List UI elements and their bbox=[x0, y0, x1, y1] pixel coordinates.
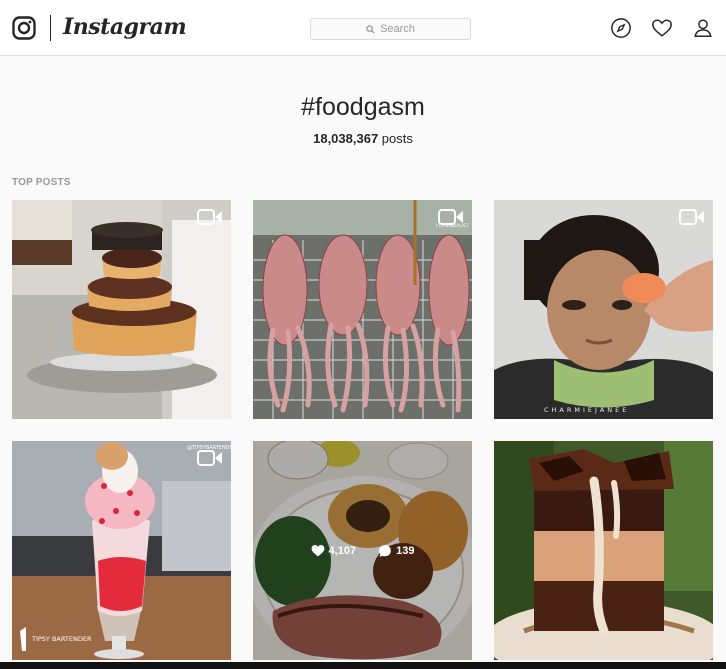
post-image-chocolate-cake bbox=[12, 200, 231, 419]
comments-stat: 139 bbox=[378, 544, 414, 558]
logo-divider bbox=[50, 15, 51, 41]
instagram-camera-icon[interactable] bbox=[12, 16, 36, 40]
heart-filled-icon bbox=[311, 544, 324, 557]
likes-count: 4,107 bbox=[328, 544, 357, 557]
video-camera-icon bbox=[438, 209, 463, 225]
post-count-suffix: posts bbox=[378, 131, 413, 146]
post-count: 18,038,367 posts bbox=[0, 131, 726, 146]
svg-text:TIPSY BARTENDER: TIPSY BARTENDER bbox=[31, 635, 92, 643]
top-navigation-bar: Instagram Search bbox=[0, 0, 726, 56]
post-image-layered-brownie bbox=[494, 441, 713, 660]
comment-bubble-icon bbox=[379, 544, 391, 557]
likes-stat: 4,107 bbox=[311, 544, 357, 557]
post-tile-2[interactable]: I CANNIBALIST bbox=[253, 200, 472, 419]
hashtag-title: #foodgasm bbox=[301, 93, 425, 121]
comments-count: 139 bbox=[396, 544, 415, 557]
post-tile-4[interactable]: @TIPSYBARTENDER TIPSY BARTENDER bbox=[12, 441, 231, 660]
post-tile-5[interactable]: 4,107 139 bbox=[253, 441, 472, 660]
post-tile-3[interactable]: CHARMIEJANEE bbox=[494, 200, 713, 419]
post-tile-6[interactable] bbox=[494, 441, 713, 660]
search-placeholder: Search bbox=[380, 23, 415, 35]
instagram-wordmark[interactable]: Instagram bbox=[63, 14, 187, 40]
search-input[interactable]: Search bbox=[310, 18, 471, 40]
post-count-value: 18,038,367 bbox=[313, 131, 379, 146]
post-image-strawberry-sundae: @TIPSYBARTENDER TIPSY BARTENDER bbox=[12, 441, 231, 660]
heart-icon[interactable] bbox=[651, 17, 673, 39]
bottom-edge bbox=[0, 662, 726, 669]
profile-icon[interactable] bbox=[692, 17, 714, 39]
video-camera-icon bbox=[197, 209, 222, 225]
post-tile-1[interactable] bbox=[12, 200, 231, 419]
compass-icon[interactable] bbox=[610, 17, 632, 39]
post-hover-overlay: 4,107 139 bbox=[253, 441, 472, 660]
svg-text:CHARMIEJANEE: CHARMIEJANEE bbox=[544, 406, 629, 414]
post-image-grilled-squid: I CANNIBALIST bbox=[253, 200, 472, 419]
video-camera-icon bbox=[679, 209, 704, 225]
video-camera-icon bbox=[197, 450, 222, 466]
post-image-makeup-portrait: CHARMIEJANEE bbox=[494, 200, 713, 419]
search-icon bbox=[366, 24, 375, 34]
top-posts-label: TOP POSTS bbox=[12, 177, 71, 188]
